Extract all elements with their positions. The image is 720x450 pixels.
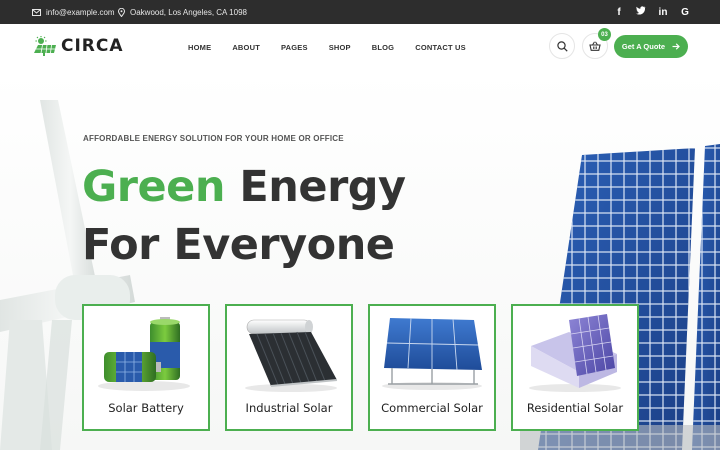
nav-item-shop[interactable]: SHOP — [329, 43, 351, 52]
headline-word-energy: Energy — [224, 162, 406, 212]
headline-green-word: Green — [82, 162, 225, 212]
commercial-solar-panels-image — [382, 317, 482, 390]
nav-item-home[interactable]: HOME — [188, 43, 211, 52]
headline-line-2: For Everyone — [82, 220, 395, 270]
card-commercial-solar[interactable]: Commercial Solar — [368, 304, 496, 431]
twitter-icon[interactable] — [636, 6, 646, 18]
linkedin-icon[interactable]: in — [658, 7, 668, 18]
google-icon[interactable]: G — [680, 7, 690, 18]
nav-item-blog[interactable]: BLOG — [372, 43, 394, 52]
get-a-quote-button[interactable]: Get A Quote — [614, 35, 688, 58]
envelope-icon — [32, 8, 41, 16]
arrow-right-icon — [672, 43, 680, 50]
address-info: Oakwood, Los Angeles, CA 1098 — [118, 0, 247, 24]
social-links: f in G — [614, 0, 690, 24]
search-button[interactable] — [549, 33, 575, 59]
residential-solar-image — [529, 314, 621, 392]
card-label: Residential Solar — [526, 401, 624, 415]
card-label: Solar Battery — [108, 401, 184, 415]
card-label: Commercial Solar — [381, 401, 483, 415]
search-icon — [556, 40, 568, 52]
card-industrial-solar[interactable]: Industrial Solar — [225, 304, 353, 431]
address-text: Oakwood, Los Angeles, CA 1098 — [130, 7, 247, 17]
logo-text: CIRCA — [61, 36, 124, 56]
solar-water-heater-image — [245, 319, 338, 392]
location-pin-icon — [118, 7, 125, 17]
top-bar: info@example.com Oakwood, Los Angeles, C… — [0, 0, 720, 24]
hero-section: AFFORDABLE ENERGY SOLUTION FOR YOUR HOME… — [0, 70, 720, 450]
hero-tagline: AFFORDABLE ENERGY SOLUTION FOR YOUR HOME… — [83, 134, 344, 143]
main-header: CIRCA HOME ABOUT PAGES SHOP BLOG CONTACT… — [0, 24, 720, 70]
facebook-icon[interactable]: f — [614, 7, 624, 18]
email-text: info@example.com — [46, 7, 115, 17]
battery-image — [98, 317, 190, 391]
hero-headline: Green Energy For Everyone — [82, 158, 406, 274]
nav-item-pages[interactable]: PAGES — [281, 43, 308, 52]
site-logo[interactable]: CIRCA — [32, 36, 124, 56]
cart-count-badge: 03 — [598, 28, 611, 41]
card-solar-battery[interactable]: Solar Battery — [82, 304, 210, 431]
get-a-quote-label: Get A Quote — [621, 42, 666, 51]
main-nav: HOME ABOUT PAGES SHOP BLOG CONTACT US — [188, 24, 487, 70]
card-residential-solar[interactable]: Residential Solar — [511, 304, 639, 431]
nav-item-contact-us[interactable]: CONTACT US — [415, 43, 466, 52]
basket-icon — [589, 41, 601, 51]
cart-button[interactable]: 03 — [582, 28, 611, 59]
email-info[interactable]: info@example.com — [32, 0, 115, 24]
nav-item-about[interactable]: ABOUT — [232, 43, 260, 52]
solar-panel-logo-icon — [34, 36, 56, 56]
card-label: Industrial Solar — [245, 401, 333, 415]
